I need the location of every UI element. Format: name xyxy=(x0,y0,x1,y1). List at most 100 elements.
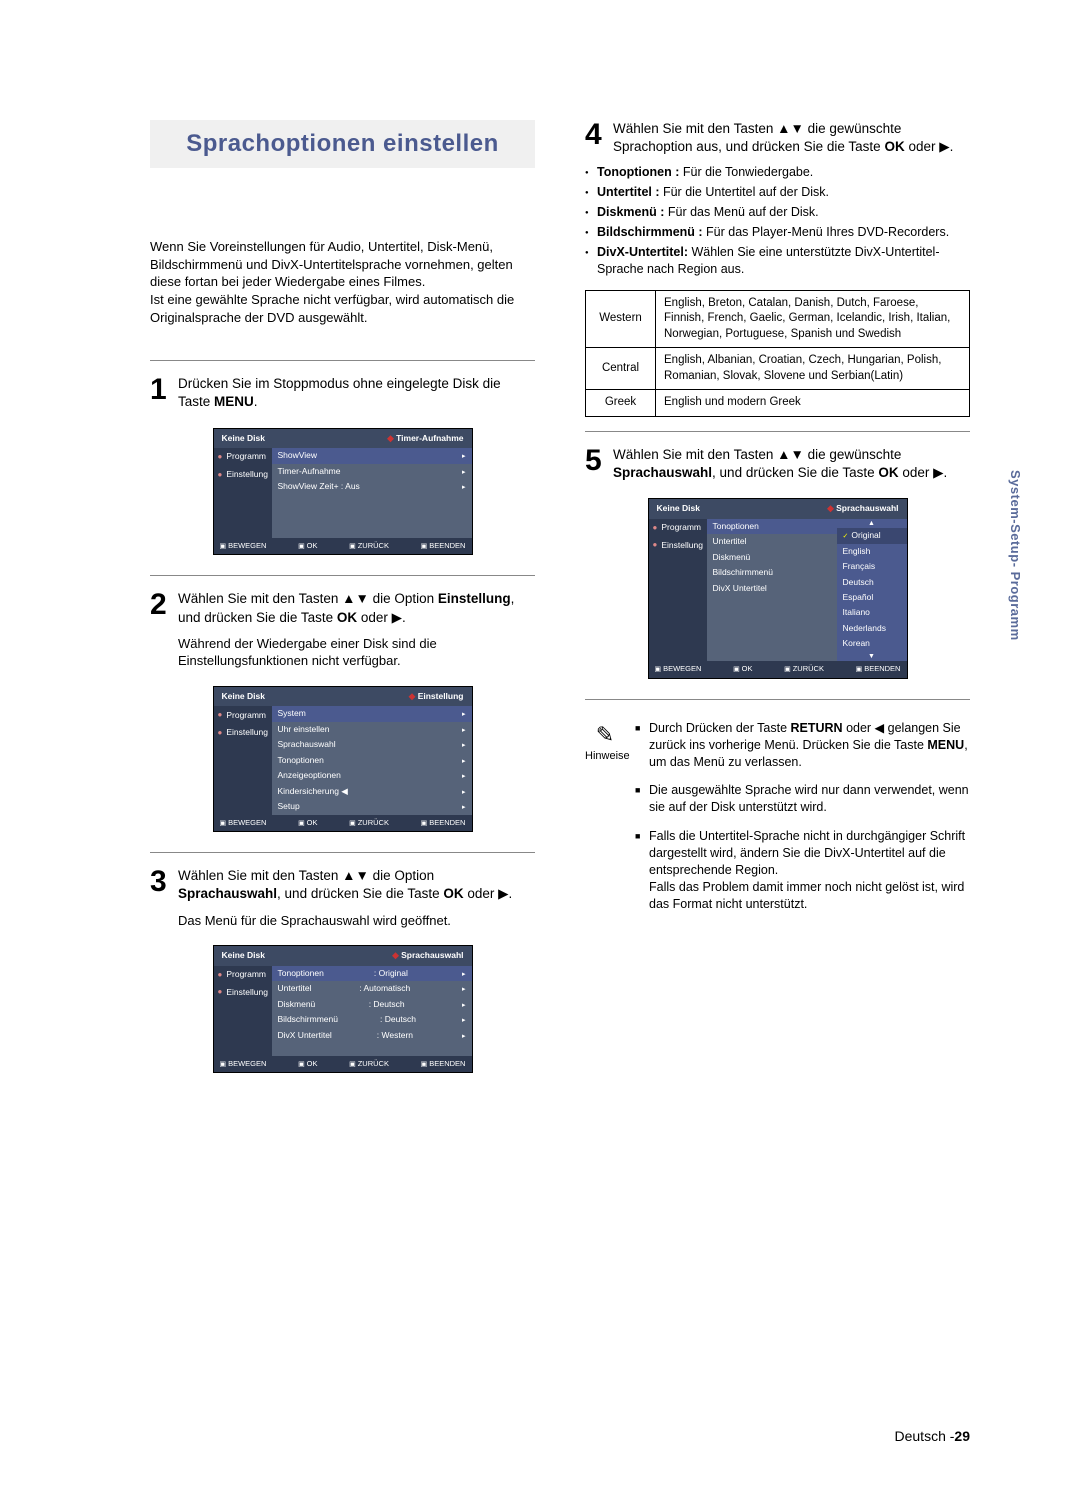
bold-text: DivX-Untertitel: xyxy=(597,245,688,259)
text: Wählen Sie mit den Tasten ▲▼ die Option xyxy=(178,868,434,883)
step-number: 5 xyxy=(585,446,607,482)
text: Wählen Sie mit den Tasten ▲▼ die gewünsc… xyxy=(613,121,901,154)
step-2: 2 Wählen Sie mit den Tasten ▲▼ die Optio… xyxy=(150,590,535,626)
triangle-down-icon: ▼ xyxy=(837,652,907,661)
note-icon: ✎ Hinweise xyxy=(585,720,625,925)
osd-header: Keine Disk xyxy=(657,503,700,514)
option-list: Tonoptionen : Für die Tonwiedergabe. Unt… xyxy=(585,164,970,277)
osd-row: Sprachauswahl xyxy=(278,739,336,750)
osd-row: Untertitel xyxy=(713,536,747,547)
region-name: Greek xyxy=(586,390,656,417)
osd-foot: BEWEGEN xyxy=(220,818,267,828)
bold-text: OK xyxy=(884,139,904,154)
step-number: 4 xyxy=(585,120,607,156)
osd-foot: ZURÜCK xyxy=(784,664,824,674)
osd-row: Setup xyxy=(278,801,300,812)
text: oder ▶. xyxy=(905,139,954,154)
list-item: Tonoptionen : Für die Tonwiedergabe. xyxy=(585,164,970,181)
text: oder ▶. xyxy=(899,465,948,480)
osd-val: : Western xyxy=(377,1030,413,1041)
text: Für die Untertitel auf der Disk. xyxy=(660,185,830,199)
osd-side-item: Einstellung xyxy=(661,540,703,551)
step-text: Wählen Sie mit den Tasten ▲▼ die gewünsc… xyxy=(613,446,970,482)
osd-foot: BEWEGEN xyxy=(220,541,267,551)
right-column: 4 Wählen Sie mit den Tasten ▲▼ die gewün… xyxy=(585,120,970,1093)
divider xyxy=(150,852,535,853)
text: oder ▶. xyxy=(357,610,406,625)
footer-page-number: 29 xyxy=(954,1428,970,1444)
page-title: Sprachoptionen einstellen xyxy=(162,128,523,160)
osd-breadcrumb: Sprachauswahl xyxy=(827,503,898,514)
step-number: 1 xyxy=(150,375,172,411)
osd-foot: BEENDEN xyxy=(856,664,901,674)
text: Durch Drücken der Taste xyxy=(649,721,791,735)
osd-screenshot-1: Keine DiskTimer-Aufnahme Programm Einste… xyxy=(213,428,473,556)
osd-foot: BEENDEN xyxy=(421,1059,466,1069)
section-tab: System-Setup- Programm xyxy=(1006,470,1024,641)
note-item: Die ausgewählte Sprache wird nur dann ve… xyxy=(635,782,970,816)
list-item: Diskmenü : Für das Menü auf der Disk. xyxy=(585,204,970,221)
osd-row: Untertitel xyxy=(278,983,312,994)
osd-screenshot-3: Keine DiskSprachauswahl Programm Einstel… xyxy=(213,945,473,1073)
list-item: Untertitel : Für die Untertitel auf der … xyxy=(585,184,970,201)
text: , und drücken Sie die Taste xyxy=(712,465,878,480)
osd-side-item: Einstellung xyxy=(226,987,268,998)
osd-lang: Deutsch xyxy=(843,577,874,588)
osd-foot: OK xyxy=(298,1059,317,1069)
bold-text: Sprachauswahl xyxy=(613,465,712,480)
intro-paragraph: Wenn Sie Voreinstellungen für Audio, Unt… xyxy=(150,238,535,326)
text: Für das Player-Menü Ihres DVD-Recorders. xyxy=(703,225,950,239)
page-title-box: Sprachoptionen einstellen xyxy=(150,120,535,168)
bold-text: MENU xyxy=(214,394,254,409)
osd-foot: ZURÜCK xyxy=(349,818,389,828)
osd-row: Kindersicherung ◀ xyxy=(278,786,348,797)
osd-side-item: Programm xyxy=(226,710,266,721)
osd-row: DivX Untertitel xyxy=(713,583,767,594)
pencil-icon: ✎ xyxy=(585,720,625,750)
bold-text: OK xyxy=(878,465,898,480)
osd-foot: BEWEGEN xyxy=(655,664,702,674)
bold-text: Untertitel : xyxy=(597,185,660,199)
step-3: 3 Wählen Sie mit den Tasten ▲▼ die Optio… xyxy=(150,867,535,903)
osd-lang: Español xyxy=(843,592,874,603)
region-table: WesternEnglish, Breton, Catalan, Danish,… xyxy=(585,290,970,417)
osd-side-item: Programm xyxy=(226,451,266,462)
osd-row: Anzeigeoptionen xyxy=(278,770,341,781)
bold-text: Tonoptionen : xyxy=(597,165,679,179)
osd-foot: OK xyxy=(733,664,752,674)
divider xyxy=(585,699,970,700)
bold-text: Bildschirmmenü : xyxy=(597,225,703,239)
page-footer: Deutsch -29 xyxy=(0,1427,970,1446)
osd-foot: ZURÜCK xyxy=(349,1059,389,1069)
step-number: 2 xyxy=(150,590,172,626)
bold-text: Einstellung xyxy=(438,591,511,606)
text: Für das Menü auf der Disk. xyxy=(664,205,818,219)
step-text: Wählen Sie mit den Tasten ▲▼ die Option … xyxy=(178,867,535,903)
osd-foot: BEENDEN xyxy=(421,818,466,828)
osd-val: : Automatisch xyxy=(359,983,410,994)
osd-row: Uhr einstellen xyxy=(278,724,330,735)
text: Wählen Sie mit den Tasten ▲▼ die Option xyxy=(178,591,438,606)
osd-val: : Deutsch xyxy=(380,1014,416,1025)
osd-header: Keine Disk xyxy=(222,950,265,961)
text: Für die Tonwiedergabe. xyxy=(679,165,813,179)
osd-row: Timer-Aufnahme xyxy=(278,466,341,477)
step-1: 1 Drücken Sie im Stoppmodus ohne eingele… xyxy=(150,375,535,411)
osd-header: Keine Disk xyxy=(222,433,265,444)
osd-row: Diskmenü xyxy=(713,552,751,563)
osd-row: Bildschirmmenü xyxy=(278,1014,338,1025)
step-4: 4 Wählen Sie mit den Tasten ▲▼ die gewün… xyxy=(585,120,970,156)
region-langs: English, Breton, Catalan, Danish, Dutch,… xyxy=(656,290,970,348)
osd-lang: Italiano xyxy=(843,607,870,618)
list-item: Bildschirmmenü : Für das Player-Menü Ihr… xyxy=(585,224,970,241)
osd-foot: BEENDEN xyxy=(421,541,466,551)
osd-lang: English xyxy=(843,546,871,557)
osd-header: Keine Disk xyxy=(222,691,265,702)
bold-text: Sprachauswahl xyxy=(178,886,277,901)
step-number: 3 xyxy=(150,867,172,903)
osd-foot: OK xyxy=(298,541,317,551)
osd-lang: Original xyxy=(851,530,880,541)
region-name: Central xyxy=(586,348,656,390)
osd-breadcrumb: Timer-Aufnahme xyxy=(387,433,463,444)
text: Wählen Sie mit den Tasten ▲▼ die gewünsc… xyxy=(613,447,901,462)
